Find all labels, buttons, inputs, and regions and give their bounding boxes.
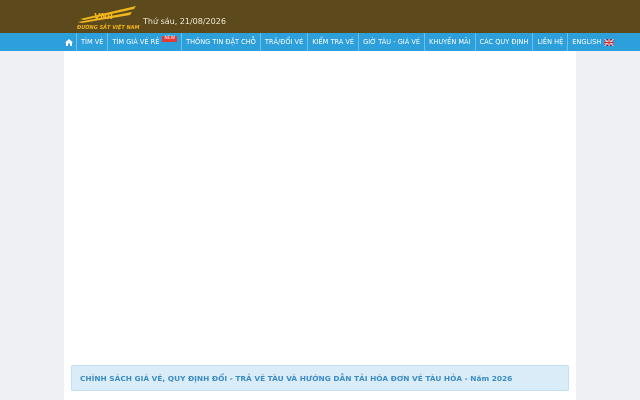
nav-kiem-tra-ve[interactable]: KIỂM TRA VÉ (308, 33, 360, 51)
nav-thong-tin-dat-cho[interactable]: THÔNG TIN ĐẶT CHỖ (182, 33, 261, 51)
vnr-logo[interactable]: VNR ĐƯỜNG SẮT VIỆT NAM (74, 3, 142, 31)
nav-home[interactable] (62, 33, 77, 51)
main-nav: TÌM VÉ TÌM GIÁ VÉ RẺ NEW THÔNG TIN ĐẶT CH… (0, 33, 640, 51)
main-content (64, 51, 576, 400)
nav-khuyen-mai[interactable]: KHUYẾN MÃI (425, 33, 476, 51)
logo-text: VNR (94, 12, 113, 21)
uk-flag-icon (604, 38, 615, 46)
nav-lien-he[interactable]: LIÊN HỆ (533, 33, 569, 51)
current-date: Thứ sáu, 21/08/2026 (143, 17, 226, 26)
policy-notice-text: CHÍNH SÁCH GIÁ VÉ, QUY ĐỊNH ĐỔI - TRẢ VÉ… (80, 373, 513, 383)
new-badge: NEW (162, 36, 178, 42)
nav-cac-quy-dinh[interactable]: CÁC QUY ĐỊNH (476, 33, 534, 51)
home-icon (65, 38, 73, 46)
nav-gio-tau-gia-ve[interactable]: GIỜ TÀU - GIÁ VÉ (359, 33, 426, 51)
nav-tra-doi-ve[interactable]: TRẢ/ĐỔI VÉ (261, 33, 309, 51)
site-header: VNR ĐƯỜNG SẮT VIỆT NAM Thứ sáu, 21/08/20… (0, 0, 640, 33)
policy-notice-link[interactable]: CHÍNH SÁCH GIÁ VÉ, QUY ĐỊNH ĐỔI - TRẢ VÉ… (71, 365, 569, 391)
nav-tim-gia-ve-re[interactable]: TÌM GIÁ VÉ RẺ NEW (108, 33, 183, 51)
nav-english[interactable]: ENGLISH (568, 33, 618, 51)
logo-subtext: ĐƯỜNG SẮT VIỆT NAM (76, 23, 140, 31)
nav-tim-ve[interactable]: TÌM VÉ (77, 33, 109, 51)
